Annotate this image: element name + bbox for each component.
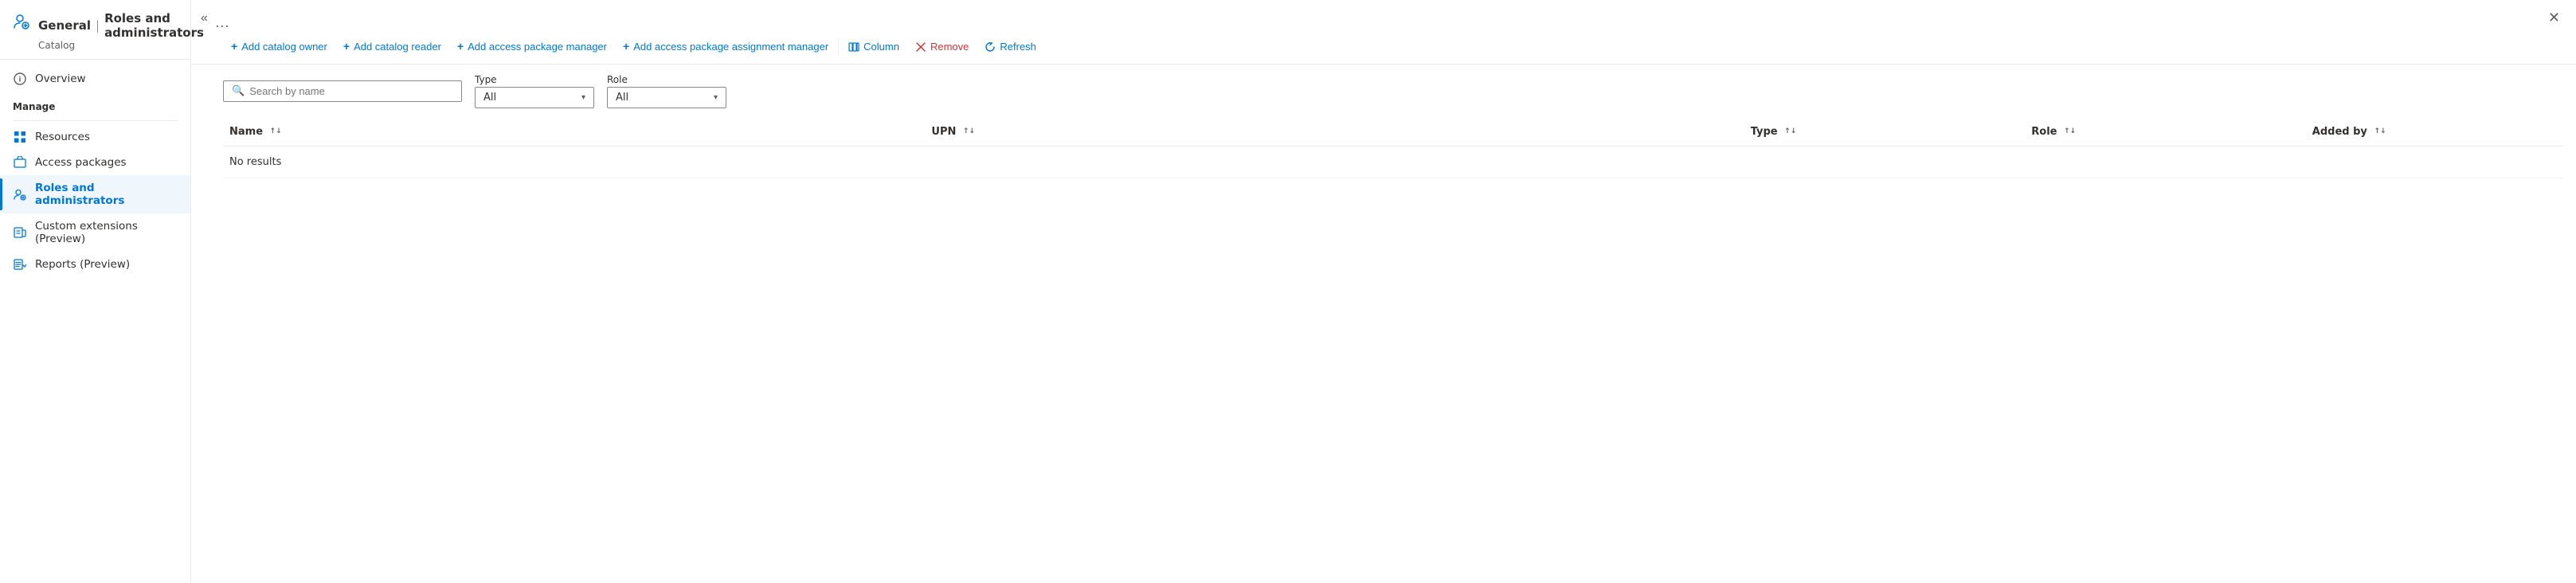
search-input[interactable] xyxy=(249,85,453,97)
remove-icon xyxy=(915,40,926,53)
type-filter-group: Type All ▾ xyxy=(475,74,594,108)
column-header-upn[interactable]: UPN ↑↓ xyxy=(925,118,1744,147)
toolbar: + Add catalog owner + Add catalog reader… xyxy=(191,29,2576,65)
role-chevron-icon: ▾ xyxy=(714,93,718,102)
roles-administrators-label: Roles and administrators xyxy=(35,182,178,207)
role-filter-dropdown[interactable]: All ▾ xyxy=(607,87,726,108)
no-results-cell: No results xyxy=(223,147,2563,178)
catalog-name: General xyxy=(38,18,91,33)
custom-extensions-label: Custom extensions (Preview) xyxy=(35,220,178,245)
add-catalog-owner-button[interactable]: + Add catalog owner xyxy=(223,35,335,57)
reports-label: Reports (Preview) xyxy=(35,258,130,271)
sidebar: General | Roles and administrators ··· C… xyxy=(0,0,191,583)
overview-icon xyxy=(13,72,27,85)
column-header-added-by[interactable]: Added by ↑↓ xyxy=(2306,118,2563,147)
main-content: « + Add catalog owner + Add catalog read… xyxy=(191,0,2576,583)
roles-icon xyxy=(13,188,27,201)
toolbar-divider-1 xyxy=(838,38,839,54)
remove-label: Remove xyxy=(930,41,969,53)
access-packages-label: Access packages xyxy=(35,156,127,169)
sidebar-item-custom-extensions[interactable]: Custom extensions (Preview) xyxy=(0,213,190,252)
add-assignment-manager-icon: + xyxy=(623,40,629,53)
role-sort-icon: ↑↓ xyxy=(2064,128,2076,135)
type-filter-dropdown[interactable]: All ▾ xyxy=(475,87,594,108)
search-box[interactable]: 🔍 xyxy=(223,80,462,102)
collapse-area: « xyxy=(191,0,2576,29)
role-filter-group: Role All ▾ xyxy=(607,74,726,108)
no-results-row: No results xyxy=(223,147,2563,178)
column-header-name[interactable]: Name ↑↓ xyxy=(223,118,925,147)
roles-table: Name ↑↓ UPN ↑↓ Type ↑↓ Role xyxy=(223,118,2563,178)
type-sort-icon: ↑↓ xyxy=(1784,128,1796,135)
sidebar-item-reports[interactable]: Reports (Preview) xyxy=(0,252,190,277)
add-catalog-owner-label: Add catalog owner xyxy=(241,41,327,53)
name-sort-icon: ↑↓ xyxy=(270,128,282,135)
catalog-icon xyxy=(13,13,30,34)
resources-label: Resources xyxy=(35,131,90,143)
sidebar-item-overview[interactable]: Overview xyxy=(0,66,190,92)
add-access-package-manager-label: Add access package manager xyxy=(468,41,607,53)
column-header-type[interactable]: Type ↑↓ xyxy=(1744,118,2026,147)
column-button[interactable]: Column xyxy=(840,35,907,57)
collapse-sidebar-button[interactable]: « xyxy=(198,8,211,29)
role-filter-value: All xyxy=(616,92,707,104)
column-header-role[interactable]: Role ↑↓ xyxy=(2025,118,2306,147)
nav-divider xyxy=(13,120,178,121)
add-catalog-reader-icon: + xyxy=(343,40,350,53)
upn-sort-icon: ↑↓ xyxy=(963,128,975,135)
type-filter-label: Type xyxy=(475,74,594,85)
column-label: Column xyxy=(863,41,899,53)
table-area: Name ↑↓ UPN ↑↓ Type ↑↓ Role xyxy=(191,118,2576,583)
type-chevron-icon: ▾ xyxy=(581,93,585,102)
added-by-sort-icon: ↑↓ xyxy=(2374,128,2386,135)
reports-icon xyxy=(13,258,27,271)
title-separator: | xyxy=(96,18,100,33)
custom-extensions-icon xyxy=(13,226,27,239)
close-button[interactable]: ✕ xyxy=(2548,10,2560,26)
table-header-row: Name ↑↓ UPN ↑↓ Type ↑↓ Role xyxy=(223,118,2563,147)
sidebar-header: General | Roles and administrators ··· C… xyxy=(0,0,190,60)
sidebar-item-roles-administrators[interactable]: Roles and administrators xyxy=(0,175,190,213)
add-access-package-manager-button[interactable]: + Add access package manager xyxy=(449,35,615,57)
refresh-label: Refresh xyxy=(1000,41,1036,53)
refresh-icon xyxy=(985,40,996,53)
role-filter-label: Role xyxy=(607,74,726,85)
search-icon: 🔍 xyxy=(232,85,245,97)
manage-section-label: Manage xyxy=(0,92,190,117)
resources-icon xyxy=(13,131,27,143)
sidebar-item-resources[interactable]: Resources xyxy=(0,124,190,150)
add-access-package-assignment-manager-label: Add access package assignment manager xyxy=(633,41,828,53)
add-access-package-assignment-manager-button[interactable]: + Add access package assignment manager xyxy=(615,35,836,57)
add-access-package-manager-icon: + xyxy=(457,40,464,53)
filters-area: 🔍 Type All ▾ Role All ▾ xyxy=(191,65,2576,118)
access-packages-icon xyxy=(13,156,27,169)
refresh-button[interactable]: Refresh xyxy=(977,35,1044,57)
sidebar-nav: Overview Manage Resources xyxy=(0,60,190,284)
remove-button[interactable]: Remove xyxy=(907,35,977,57)
sidebar-item-access-packages[interactable]: Access packages xyxy=(0,150,190,175)
add-catalog-reader-button[interactable]: + Add catalog reader xyxy=(335,35,449,57)
type-filter-value: All xyxy=(483,92,575,104)
page-title: Roles and administrators xyxy=(104,11,204,40)
add-catalog-owner-icon: + xyxy=(231,40,237,53)
add-catalog-reader-label: Add catalog reader xyxy=(354,41,441,53)
column-icon xyxy=(848,40,859,53)
overview-label: Overview xyxy=(35,72,86,85)
